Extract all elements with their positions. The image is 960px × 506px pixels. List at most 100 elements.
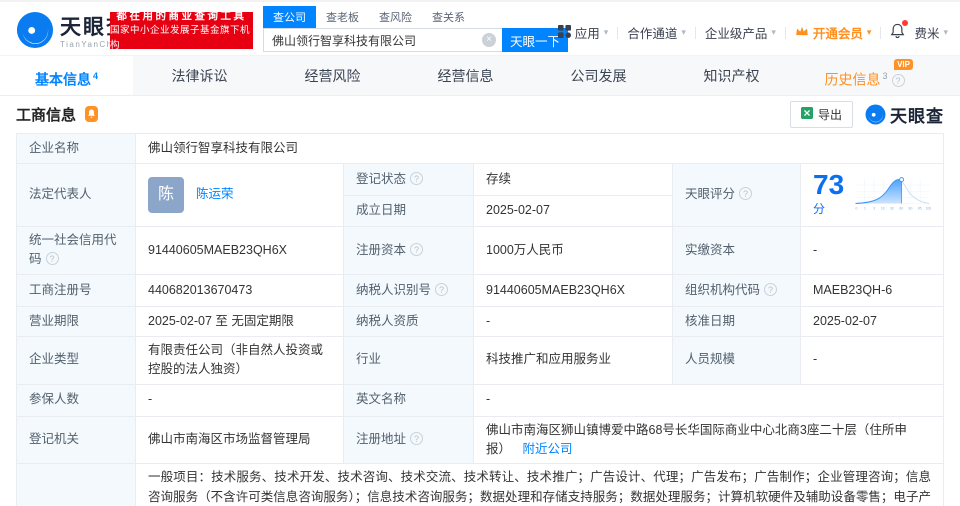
top-menu: 应用 ▾ 合作通道 ▾ 企业级产品 ▾ 开通会员 ▾ 费米 ▾ — [557, 20, 948, 42]
search-input[interactable] — [263, 28, 502, 52]
score-cell[interactable]: 73分 0 1 3 10 30 60 80 95 100 — [800, 163, 944, 227]
vip-badge: VIP — [894, 59, 913, 70]
svg-text:60: 60 — [900, 207, 904, 211]
tab-company-development[interactable]: 公司发展 — [532, 56, 665, 95]
tab-basic-info[interactable]: 基本信息 4 — [0, 56, 133, 95]
score-distribution-chart: 0 1 3 10 30 60 80 95 100 — [855, 177, 931, 211]
table-row: 营业期限 2025-02-07 至 无固定期限 纳税人资质 - 核准日期 202… — [16, 305, 944, 337]
company-name-label: 企业名称 — [16, 133, 136, 164]
menu-divider — [617, 26, 619, 39]
score-value: 73 — [813, 168, 845, 200]
reg-authority-value: 佛山市南海区市场监督管理局 — [135, 415, 344, 465]
avatar[interactable]: 陈 — [148, 177, 184, 213]
org-code-value: MAEB23QH-6 — [800, 273, 944, 307]
menu-divider — [784, 26, 786, 39]
search-tab-relation[interactable]: 查关系 — [422, 6, 475, 28]
section-title: 工商信息 — [16, 107, 77, 124]
menu-enterprise[interactable]: 企业级产品 ▾ — [705, 23, 776, 42]
paid-capital-label: 实缴资本 — [672, 226, 801, 275]
tianyancha-watermark: 天眼查 — [865, 102, 944, 127]
org-code-label: 组织机构代码? — [672, 273, 801, 307]
search-tab-risk[interactable]: 查风险 — [369, 6, 422, 28]
score-label: 天眼评分? — [672, 163, 801, 227]
search-tab-company[interactable]: 查公司 — [263, 6, 316, 28]
help-icon[interactable]: ? — [764, 282, 778, 296]
notification-dot — [902, 20, 909, 26]
credit-code-label: 统一社会信用代码? — [16, 226, 136, 275]
help-icon[interactable]: ? — [891, 73, 905, 87]
menu-divider — [880, 26, 882, 39]
menu-vip[interactable]: 开通会员 ▾ — [795, 23, 872, 42]
english-name-value: - — [473, 383, 944, 417]
menu-vip-label: 开通会员 — [812, 27, 863, 41]
svg-text:1: 1 — [864, 207, 866, 211]
tab-business-risk[interactable]: 经营风险 — [266, 56, 399, 95]
tab-count-badge: 3 — [882, 71, 888, 81]
crown-icon — [795, 25, 809, 40]
legal-rep-link[interactable]: 陈运荣 — [196, 185, 234, 204]
tab-intellectual-property[interactable]: 知识产权 — [665, 56, 798, 95]
company-type-label: 企业类型 — [16, 335, 136, 385]
paid-capital-value: - — [800, 226, 944, 275]
menu-cooperation[interactable]: 合作通道 ▾ — [627, 23, 686, 42]
help-icon[interactable]: ? — [410, 242, 424, 256]
reg-status-label: 登记状态? — [343, 163, 474, 196]
username: 费米 — [914, 27, 940, 41]
slogan-line1: 都在用的商业查询工具 — [116, 9, 247, 22]
tab-history-info[interactable]: VIP 历史信息 3? — [798, 56, 931, 95]
table-row: 法定代表人 陈 陈运荣 登记状态? 存续 天眼评分? 73分 0 1 3 10 … — [16, 163, 944, 227]
table-row: 统一社会信用代码? 91440605MAEB23QH6X 注册资本? 1000万… — [16, 226, 944, 275]
reg-status-value: 存续 — [473, 163, 673, 196]
chevron-down-icon: ▾ — [681, 27, 686, 37]
help-icon[interactable]: ? — [410, 171, 424, 185]
taxpayer-id-label: 纳税人识别号? — [343, 273, 474, 307]
table-row: 经营范围? 一般项目：技术服务、技术开发、技术咨询、技术交流、技术转让、技术推广… — [16, 463, 944, 506]
nearby-companies-link[interactable]: 附近公司 — [523, 442, 573, 456]
search-tabs: 查公司 查老板 查风险 查关系 — [263, 6, 568, 28]
table-row: 工商注册号 440682013670473 纳税人识别号? 91440605MA… — [16, 273, 944, 307]
address-label: 注册地址? — [343, 415, 474, 465]
menu-apps[interactable]: 应用 ▾ — [557, 23, 608, 42]
industry-value: 科技推广和应用服务业 — [473, 335, 673, 385]
section-header: 工商信息 导出 天眼查 — [0, 96, 960, 133]
menu-user[interactable]: 费米 ▾ — [914, 23, 948, 42]
industry-label: 行业 — [343, 335, 474, 385]
tab-business-info[interactable]: 经营信息 — [399, 56, 532, 95]
menu-enterprise-label: 企业级产品 — [704, 27, 768, 41]
insured-count-label: 参保人数 — [16, 383, 136, 417]
search-tab-boss[interactable]: 查老板 — [316, 6, 369, 28]
business-info-table: 企业名称 佛山领行智享科技有限公司 法定代表人 陈 陈运荣 登记状态? 存续 天… — [16, 133, 944, 506]
slogan-banner: 都在用的商业查询工具 国家中小企业发展子基金旗下机构 — [110, 10, 253, 51]
svg-text:30: 30 — [890, 207, 894, 211]
export-button[interactable]: 导出 — [789, 101, 853, 128]
svg-text:10: 10 — [881, 207, 885, 211]
apps-grid-icon — [557, 24, 571, 41]
chevron-down-icon: ▾ — [943, 27, 948, 37]
svg-text:80: 80 — [909, 207, 913, 211]
excel-icon — [800, 107, 813, 122]
business-scope-value: 一般项目：技术服务、技术开发、技术咨询、技术交流、技术转让、技术推广；广告设计、… — [135, 463, 944, 506]
menu-divider — [694, 26, 696, 39]
notification-bell-icon[interactable] — [890, 20, 909, 42]
svg-text:3: 3 — [873, 207, 875, 211]
help-icon[interactable]: ? — [739, 187, 753, 201]
establish-date-value: 2025-02-07 — [473, 194, 673, 227]
term-label: 营业期限 — [16, 305, 136, 337]
term-value: 2025-02-07 至 无固定期限 — [135, 305, 344, 337]
help-icon[interactable]: ? — [45, 252, 59, 266]
reg-number-value: 440682013670473 — [135, 273, 344, 307]
table-row: 企业类型 有限责任公司（非自然人投资或控股的法人独资） 行业 科技推广和应用服务… — [16, 335, 944, 385]
establish-date-label: 成立日期 — [343, 194, 474, 227]
help-icon[interactable]: ? — [410, 432, 424, 446]
menu-apps-label: 应用 — [574, 27, 600, 41]
help-icon[interactable]: ? — [435, 282, 449, 296]
table-row: 登记机关 佛山市南海区市场监督管理局 注册地址? 佛山市南海区狮山镇博爱中路68… — [16, 415, 944, 465]
announcement-bell-icon[interactable] — [84, 106, 100, 123]
reg-capital-value: 1000万人民币 — [473, 226, 673, 275]
search-area: 查公司 查老板 查风险 查关系 × 天眼一下 — [263, 6, 568, 52]
clear-icon[interactable]: × — [482, 33, 496, 47]
chevron-down-icon: ▾ — [866, 27, 872, 37]
company-type-value: 有限责任公司（非自然人投资或控股的法人独资） — [135, 335, 344, 385]
tab-legal-litigation[interactable]: 法律诉讼 — [133, 56, 266, 95]
insured-count-value: - — [135, 383, 344, 417]
